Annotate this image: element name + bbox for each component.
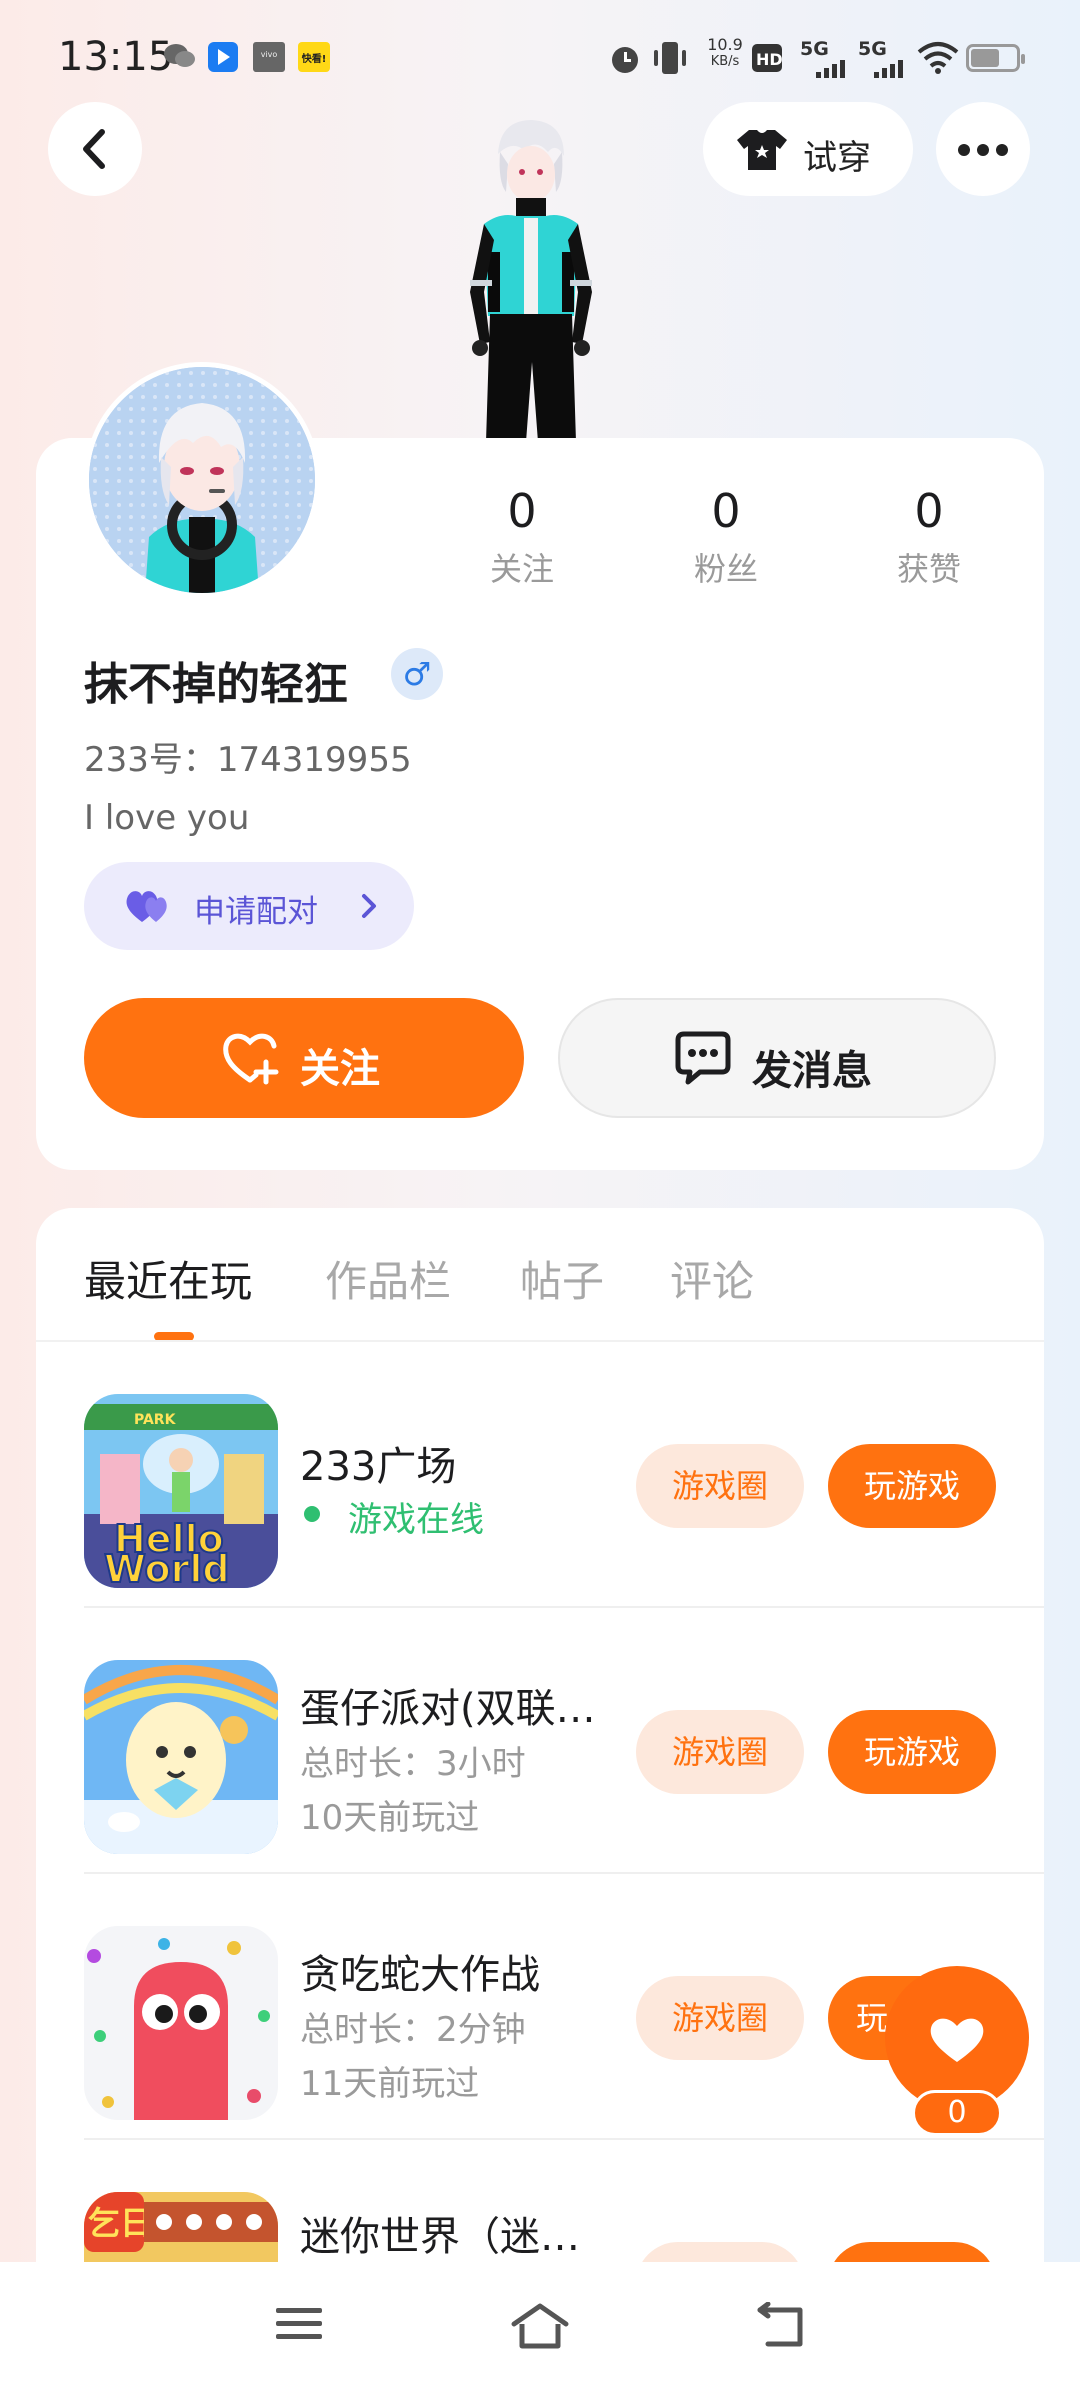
app-notification-icon: [208, 42, 238, 72]
back-button[interactable]: [48, 102, 142, 196]
net-speed-unit: KB/s: [710, 54, 740, 69]
back-nav-icon[interactable]: [754, 2302, 806, 2350]
more-dot: [958, 144, 970, 156]
status-bar: 13:15 vivo 快看! 10.9 KB/s HD 5G 5G: [0, 0, 1080, 110]
menu-icon[interactable]: [274, 2302, 324, 2346]
user-bio: I love you: [84, 798, 250, 838]
list-item-game-mini-world[interactable]: 乞日 迷你世界（迷…: [36, 2140, 1044, 2262]
tshirt-icon: [737, 130, 787, 170]
profile-avatar[interactable]: [84, 362, 320, 598]
avatar-full-body-figure[interactable]: [440, 112, 620, 442]
tab-works[interactable]: 作品栏: [325, 1248, 451, 1309]
mini-world-sign-text: 乞日: [88, 2204, 152, 2242]
signal-5g-2-icon: 5G: [858, 38, 906, 78]
svg-text:HD: HD: [756, 50, 783, 69]
request-pair-label: 申请配对: [194, 894, 318, 930]
game-last-played: 11天前玩过: [300, 2064, 480, 2104]
system-navigation-bar: [0, 2262, 1080, 2388]
game-circle-button[interactable]: 游戏圈: [636, 1976, 804, 2060]
more-dot: [977, 144, 989, 156]
wifi-icon: [917, 42, 959, 74]
send-message-button[interactable]: 发消息: [558, 998, 996, 1118]
stat-fans-value: 0: [711, 484, 741, 538]
stat-fans-label: 粉丝: [693, 550, 758, 588]
game-title: 蛋仔派对(双联…: [300, 1686, 596, 1732]
game-online-status: 游戏在线: [348, 1500, 484, 1540]
net-speed-value: 10.9: [707, 35, 743, 54]
request-pair-button[interactable]: 申请配对: [84, 862, 414, 950]
stat-likes[interactable]: 0 获赞: [859, 484, 999, 590]
male-gender-icon: ♂: [391, 648, 443, 700]
game-icon-233-plaza: PARK Hello World: [84, 1394, 278, 1588]
stat-following-value: 0: [507, 484, 537, 538]
signal-5g-1-icon: 5G: [800, 38, 848, 78]
world-text: World: [104, 1547, 230, 1588]
home-icon[interactable]: [510, 2302, 570, 2350]
heart-plus-icon: [223, 1033, 279, 1085]
more-options-button[interactable]: [936, 102, 1030, 196]
stat-following[interactable]: 0 关注: [452, 484, 592, 590]
game-233-plaza-image: PARK Hello World: [84, 1394, 278, 1588]
chevron-right-icon: [362, 894, 376, 918]
game-title: 迷你世界（迷…: [300, 2214, 580, 2260]
user-id: 233号：174319955: [84, 740, 412, 780]
vivo-label: vivo: [260, 50, 278, 59]
battery-icon: [966, 44, 1025, 72]
game-icon-eggy-party: [84, 1660, 278, 1854]
chevron-left-icon: [83, 129, 105, 169]
vibrate-icon: [654, 42, 686, 74]
signal-2-label: 5G: [858, 38, 887, 60]
double-heart-icon: [126, 891, 167, 922]
game-mini-world-image: 乞日: [84, 2192, 278, 2262]
vivo-notification-icon: vivo: [253, 42, 285, 72]
stat-likes-value: 0: [914, 484, 944, 538]
try-on-button[interactable]: 试穿: [703, 102, 913, 196]
play-game-button[interactable]: 玩游戏: [828, 1710, 996, 1794]
hd-icon: HD: [752, 44, 783, 72]
alarm-icon: [612, 47, 638, 73]
more-dot: [996, 144, 1008, 156]
kuaikan-notification-icon: 快看!: [298, 42, 330, 72]
signal-1-label: 5G: [800, 38, 829, 60]
list-item-game-233-plaza[interactable]: PARK Hello World 233广场 游戏在线 游戏圈 玩游戏: [36, 1342, 1044, 1608]
status-time: 13:15: [58, 34, 174, 80]
tab-recently-played[interactable]: 最近在玩: [84, 1248, 252, 1309]
game-title: 贪吃蛇大作战: [300, 1952, 540, 1998]
online-status-dot: [304, 1506, 320, 1522]
send-message-label: 发消息: [752, 1048, 872, 1094]
park-sign-text: PARK: [134, 1412, 177, 1428]
avatar-portrait-image: [89, 367, 315, 593]
stat-likes-label: 获赞: [896, 550, 961, 588]
follow-button[interactable]: 关注: [84, 998, 524, 1118]
try-on-label: 试穿: [803, 138, 871, 178]
net-speed: 10.9 KB/s: [700, 36, 750, 80]
game-duration: 总时长：3小时: [300, 1744, 526, 1784]
game-circle-button[interactable]: [636, 2242, 804, 2262]
play-game-button[interactable]: 玩游戏: [828, 1444, 996, 1528]
stat-fans[interactable]: 0 粉丝: [656, 484, 796, 590]
game-last-played: 10天前玩过: [300, 1798, 480, 1838]
game-circle-button[interactable]: 游戏圈: [636, 1444, 804, 1528]
game-snake-image: [84, 1926, 278, 2120]
game-icon-snake: [84, 1926, 278, 2120]
heart-icon: [930, 2018, 984, 2062]
tab-comments[interactable]: 评论: [670, 1248, 754, 1309]
like-count-badge: 0: [912, 2090, 1002, 2136]
game-circle-button[interactable]: 游戏圈: [636, 1710, 804, 1794]
game-icon-mini-world: 乞日: [84, 2192, 278, 2262]
username: 抹不掉的轻狂: [84, 659, 348, 710]
follow-label: 关注: [300, 1046, 380, 1092]
play-game-button[interactable]: [828, 2242, 996, 2262]
list-item-game-eggy-party[interactable]: 蛋仔派对(双联… 总时长：3小时 10天前玩过 游戏圈 玩游戏: [36, 1608, 1044, 1874]
game-title: 233广场: [300, 1444, 457, 1490]
floating-like-button[interactable]: [885, 1966, 1029, 2110]
stat-following-label: 关注: [489, 550, 554, 588]
game-duration: 总时长：2分钟: [300, 2010, 526, 2050]
game-eggy-party-image: [84, 1660, 278, 1854]
wechat-icon: [164, 44, 195, 67]
kuaikan-label: 快看!: [301, 54, 327, 65]
chat-bubble-icon: [675, 1031, 731, 1085]
tab-posts[interactable]: 帖子: [520, 1248, 604, 1309]
